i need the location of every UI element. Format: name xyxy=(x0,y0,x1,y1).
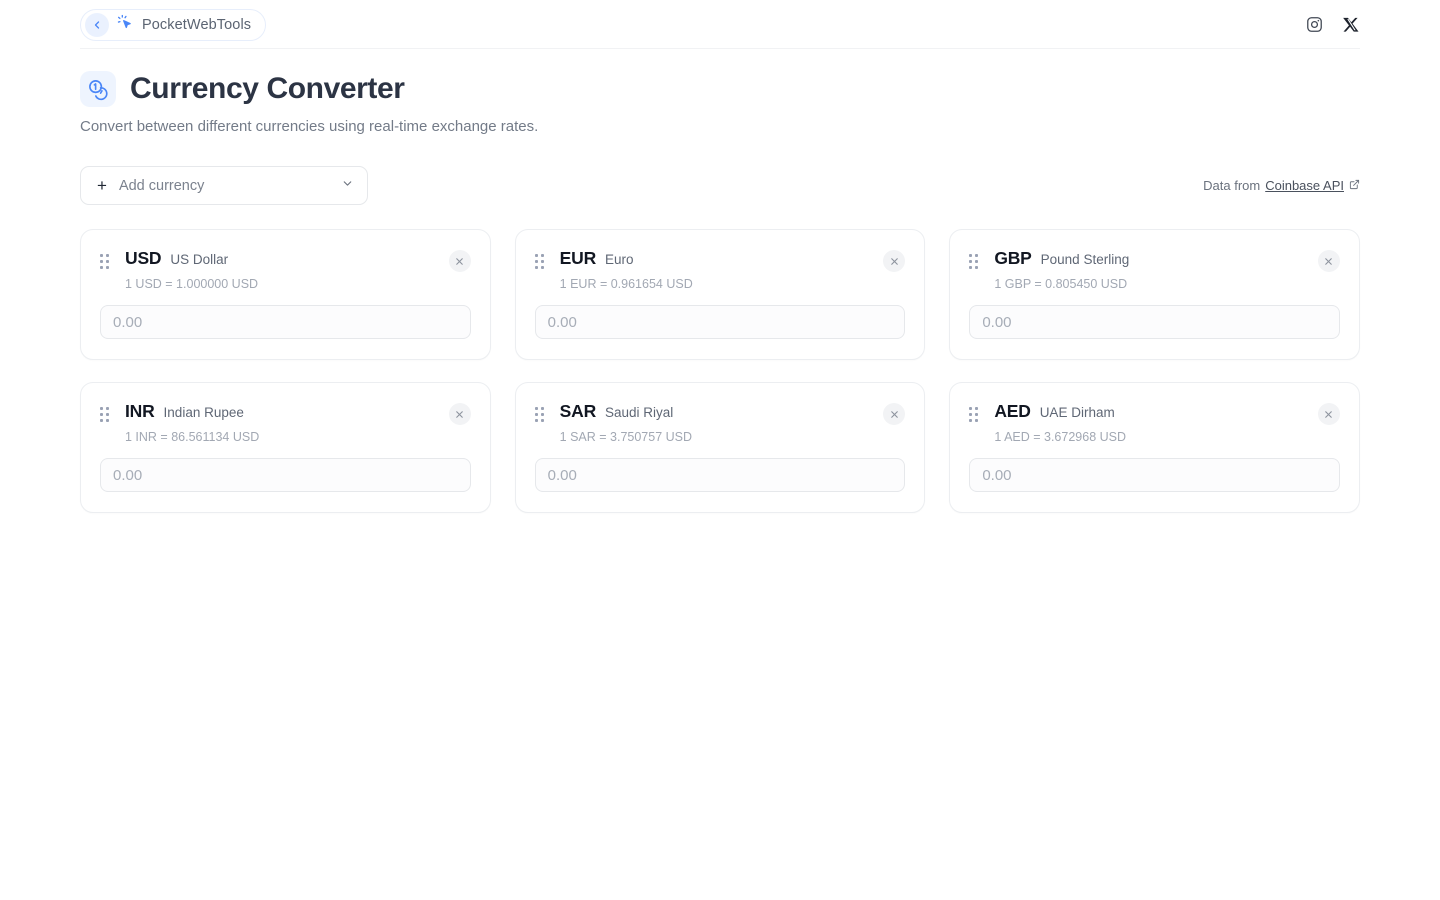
drag-handle-icon[interactable] xyxy=(100,254,112,269)
currency-name: US Dollar xyxy=(170,252,229,267)
social-links xyxy=(1306,16,1360,33)
remove-currency-button[interactable] xyxy=(448,403,471,425)
currency-code: AED xyxy=(994,401,1031,421)
currency-info: SAR Saudi Riyal 1 SAR = 3.750757 USD xyxy=(560,401,884,444)
currency-rate: 1 SAR = 3.750757 USD xyxy=(559,430,693,444)
currency-info: EUR Euro 1 EUR = 0.961654 USD xyxy=(560,248,884,291)
toolbar: + Add currency Data from Coinbase API xyxy=(80,166,1360,205)
remove-currency-button[interactable] xyxy=(1317,403,1340,425)
currency-card: GBP Pound Sterling 1 GBP = 0.805450 USD xyxy=(949,229,1360,360)
currency-info: AED UAE Dirham 1 AED = 3.672968 USD xyxy=(994,401,1318,444)
currency-card: SAR Saudi Riyal 1 SAR = 3.750757 USD xyxy=(514,382,926,513)
currency-card-header: SAR Saudi Riyal 1 SAR = 3.750757 USD xyxy=(534,401,906,444)
currency-card-header: INR Indian Rupee 1 INR = 86.561134 USD xyxy=(100,401,471,444)
currency-info: USD US Dollar 1 USD = 1.000000 USD xyxy=(125,248,449,291)
currency-amount-input[interactable] xyxy=(969,458,1340,492)
currency-code-row: USD US Dollar xyxy=(125,248,449,269)
chevron-left-icon[interactable] xyxy=(85,12,109,37)
currency-code-row: EUR Euro xyxy=(560,248,884,269)
page-content: Currency Converter Convert between diffe… xyxy=(0,71,1440,513)
currency-rate: 1 GBP = 0.805450 USD xyxy=(994,277,1128,291)
currency-card: USD US Dollar 1 USD = 1.000000 USD xyxy=(80,229,491,360)
drag-handle-icon[interactable] xyxy=(100,407,112,422)
currency-rate: 1 AED = 3.672968 USD xyxy=(994,430,1127,444)
instagram-icon[interactable] xyxy=(1306,16,1323,33)
currency-code-row: INR Indian Rupee xyxy=(125,401,449,422)
currency-code-row: SAR Saudi Riyal xyxy=(560,401,884,422)
currency-card: EUR Euro 1 EUR = 0.961654 USD xyxy=(514,229,926,360)
header-divider xyxy=(80,48,1360,49)
drag-handle-icon[interactable] xyxy=(969,254,981,269)
currency-card-header: GBP Pound Sterling 1 GBP = 0.805450 USD xyxy=(969,248,1340,291)
currency-rate: 1 INR = 86.561134 USD xyxy=(125,430,260,444)
cursor-click-icon xyxy=(117,14,134,36)
plus-icon: + xyxy=(97,176,107,195)
currency-code: USD xyxy=(125,248,162,268)
currency-code-row: AED UAE Dirham xyxy=(994,401,1318,422)
currency-code: GBP xyxy=(994,248,1032,268)
currency-info: GBP Pound Sterling 1 GBP = 0.805450 USD xyxy=(994,248,1318,291)
brand-name: PocketWebTools xyxy=(142,16,252,33)
page-subtitle: Convert between different currencies usi… xyxy=(80,118,539,135)
brand-back-pill[interactable]: PocketWebTools xyxy=(80,8,267,41)
currency-name: Saudi Riyal xyxy=(605,405,674,420)
currency-card-header: AED UAE Dirham 1 AED = 3.672968 USD xyxy=(969,401,1340,444)
currency-amount-input[interactable] xyxy=(100,458,471,492)
drag-handle-icon[interactable] xyxy=(534,254,547,269)
currency-amount-input[interactable] xyxy=(534,305,906,339)
currency-card: AED UAE Dirham 1 AED = 3.672968 USD xyxy=(949,382,1360,513)
external-link-icon[interactable] xyxy=(1349,178,1360,193)
remove-currency-button[interactable] xyxy=(883,250,906,272)
currency-card-grid: USD US Dollar 1 USD = 1.000000 USD EUR Euro 1… xyxy=(80,229,1360,513)
data-source: Data from Coinbase API xyxy=(1203,178,1360,193)
currency-rate: 1 EUR = 0.961654 USD xyxy=(559,277,693,291)
currency-amount-input[interactable] xyxy=(969,305,1340,339)
drag-handle-icon[interactable] xyxy=(534,407,547,422)
currency-card-header: EUR Euro 1 EUR = 0.961654 USD xyxy=(534,248,906,291)
currency-coins-icon xyxy=(80,71,116,107)
currency-rate: 1 USD = 1.000000 USD xyxy=(125,277,259,291)
remove-currency-button[interactable] xyxy=(1317,250,1340,272)
currency-name: Pound Sterling xyxy=(1040,252,1130,267)
currency-code: SAR xyxy=(559,401,597,421)
add-currency-label: Add currency xyxy=(118,177,205,194)
remove-currency-button[interactable] xyxy=(448,250,471,272)
currency-card: INR Indian Rupee 1 INR = 86.561134 USD xyxy=(80,382,491,513)
page-title: Currency Converter xyxy=(130,72,405,105)
currency-name: UAE Dirham xyxy=(1039,405,1115,420)
drag-handle-icon[interactable] xyxy=(969,407,981,422)
chevron-down-icon[interactable] xyxy=(341,177,354,195)
currency-code: INR xyxy=(125,401,155,421)
data-from-label: Data from xyxy=(1203,178,1261,193)
currency-card-header: USD US Dollar 1 USD = 1.000000 USD xyxy=(100,248,471,291)
top-bar: PocketWebTools xyxy=(0,0,1440,49)
currency-amount-input[interactable] xyxy=(100,305,471,339)
remove-currency-button[interactable] xyxy=(883,403,906,425)
add-currency-select[interactable]: + Add currency xyxy=(80,166,368,205)
currency-code: EUR xyxy=(559,248,597,268)
x-twitter-icon[interactable] xyxy=(1343,16,1360,33)
page-title-row: Currency Converter xyxy=(80,71,1360,107)
currency-name: Euro xyxy=(605,252,634,267)
currency-code-row: GBP Pound Sterling xyxy=(994,248,1318,269)
currency-name: Indian Rupee xyxy=(163,405,244,420)
coinbase-api-link[interactable]: Coinbase API xyxy=(1265,178,1344,193)
currency-amount-input[interactable] xyxy=(534,458,906,492)
currency-info: INR Indian Rupee 1 INR = 86.561134 USD xyxy=(125,401,449,444)
